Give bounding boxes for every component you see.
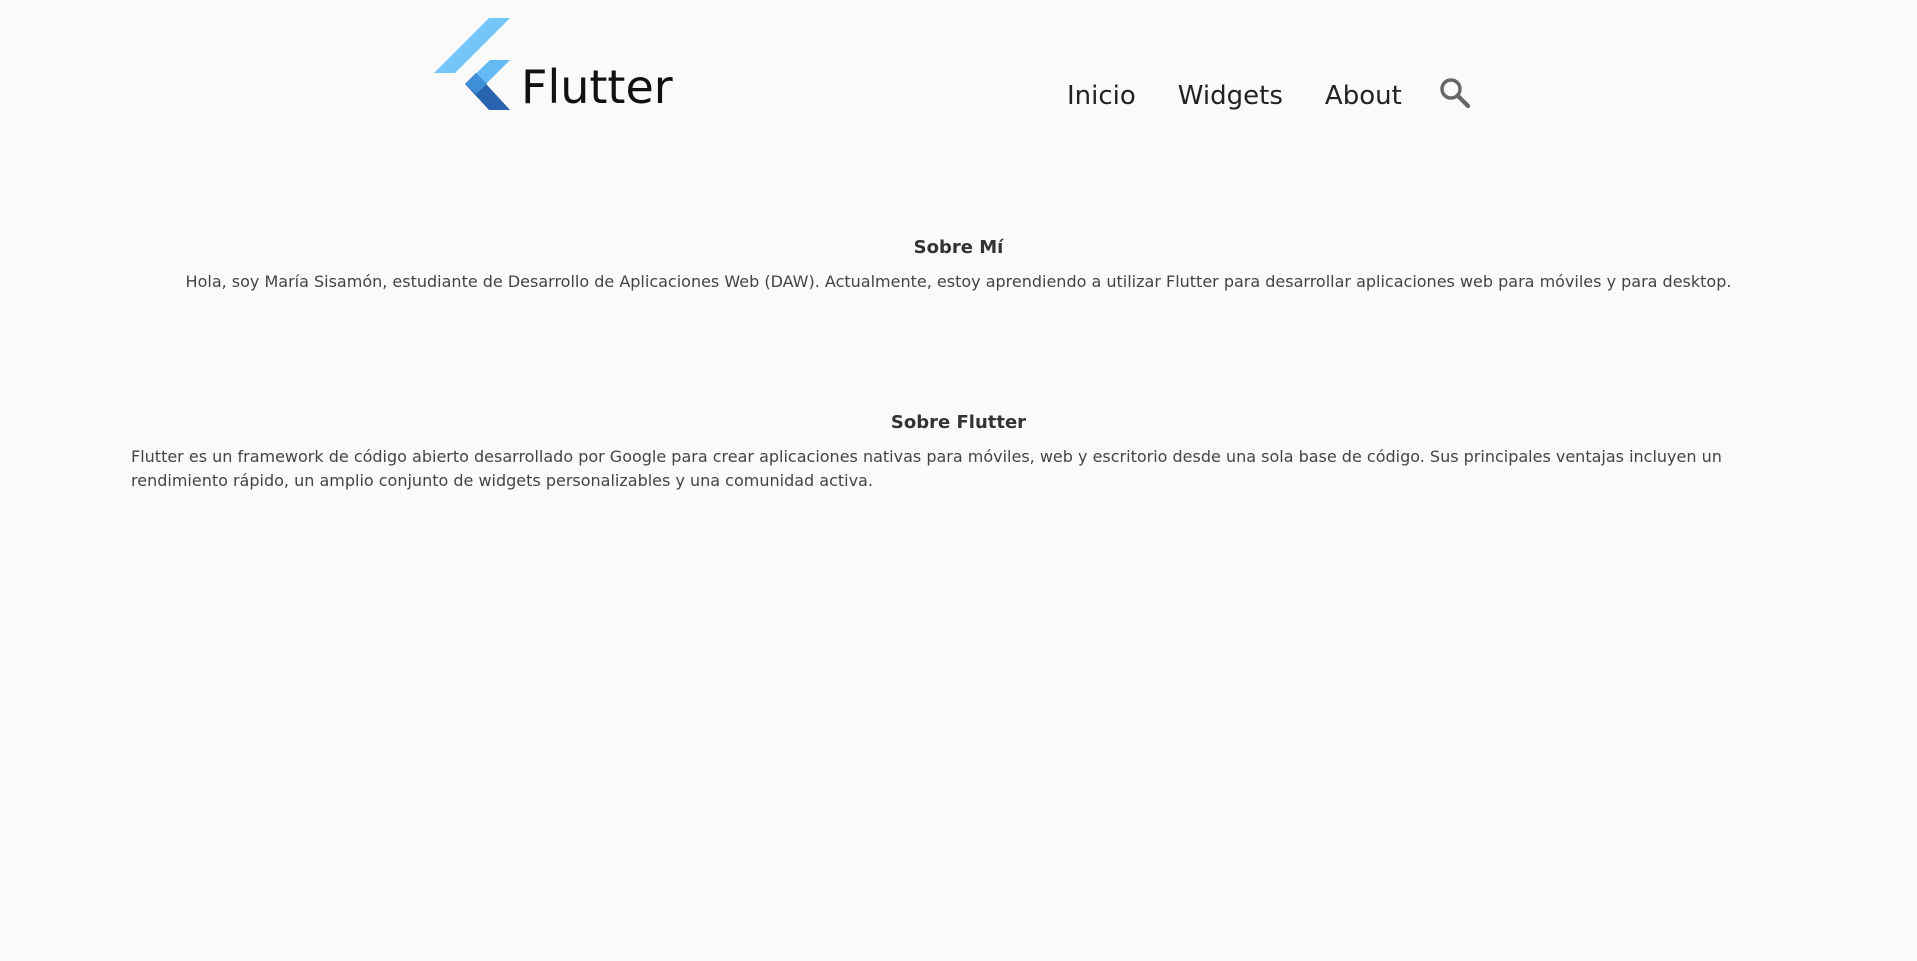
search-button[interactable]: [1438, 76, 1472, 110]
about-flutter-text: Flutter es un framework de código abiert…: [131, 447, 1722, 490]
section-title-about-me: Sobre Mí: [913, 237, 1004, 258]
nav-item-about[interactable]: About: [1325, 83, 1402, 109]
main-nav: Inicio Widgets About: [1067, 83, 1402, 109]
nav-item-widgets[interactable]: Widgets: [1178, 83, 1283, 109]
section-title-about-flutter: Sobre Flutter: [890, 412, 1027, 433]
nav-item-inicio[interactable]: Inicio: [1067, 83, 1136, 109]
page: Flutter Inicio Widgets About Sobre Mí Ho…: [0, 0, 1917, 961]
search-icon: [1440, 78, 1471, 109]
about-me-text: Hola, soy María Sisamón, estudiante de D…: [185, 272, 1732, 291]
flutter-logo-icon: [434, 18, 510, 110]
brand-name: Flutter: [521, 60, 673, 114]
